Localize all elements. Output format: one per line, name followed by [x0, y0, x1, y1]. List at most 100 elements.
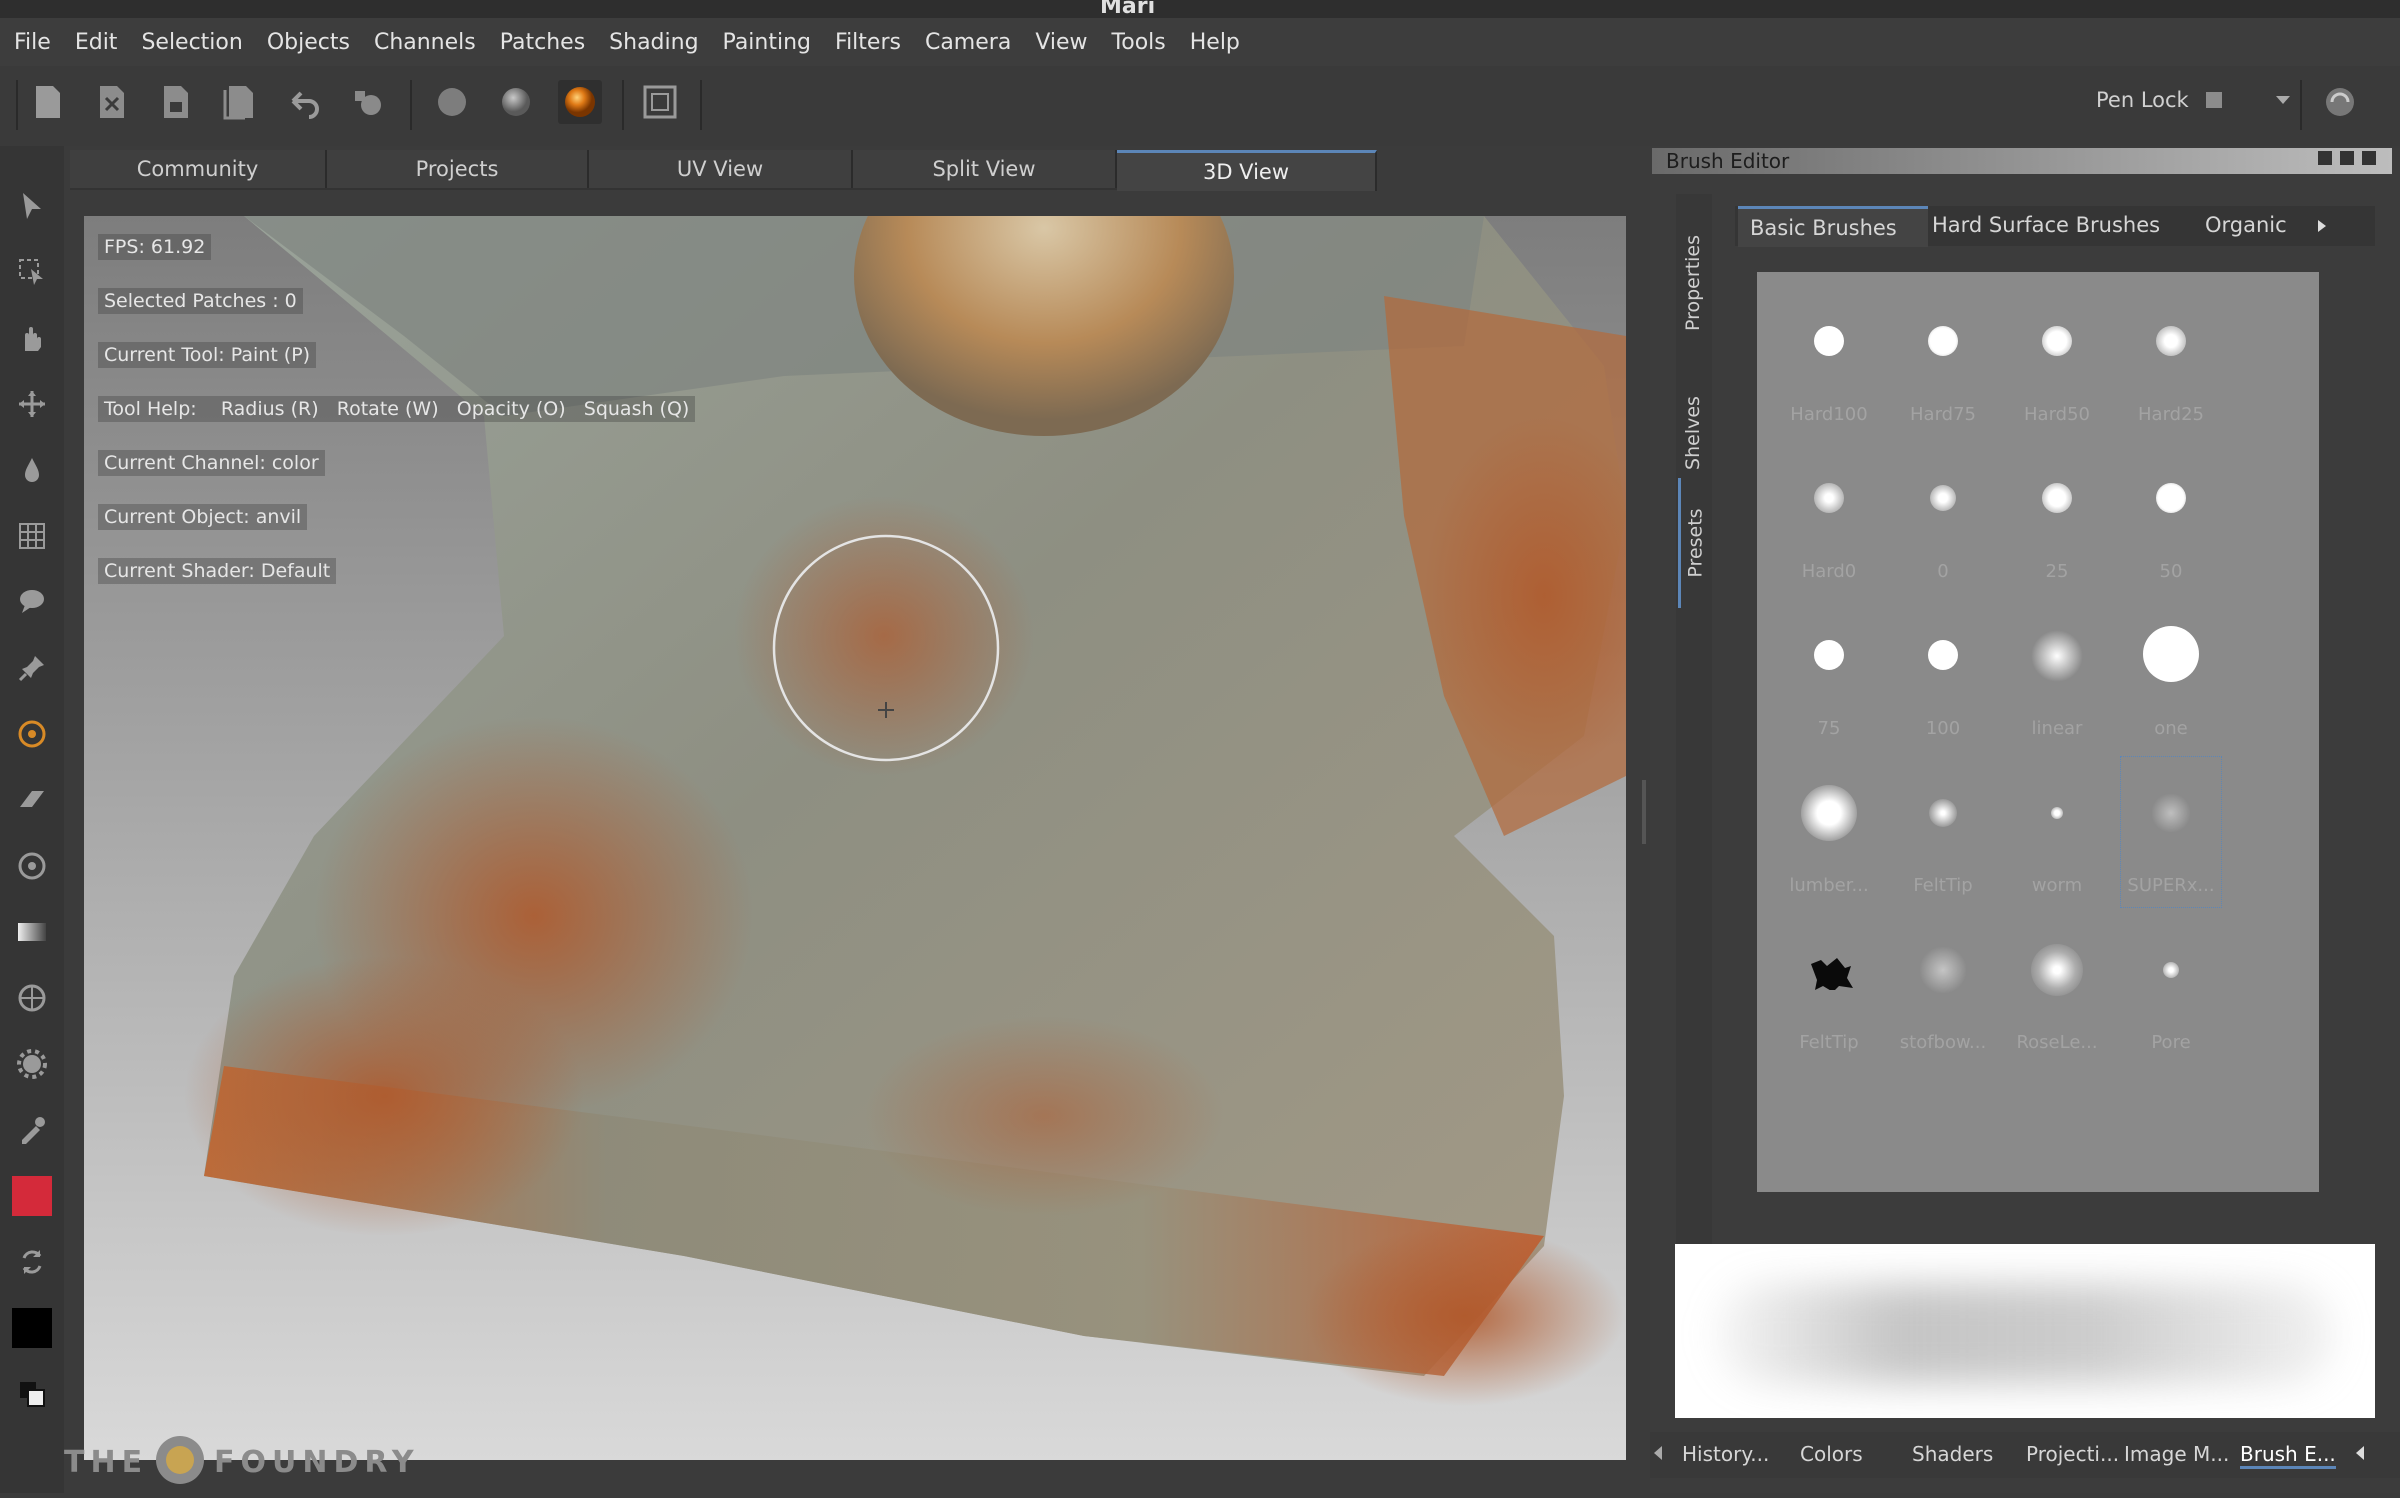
close-icon[interactable]: [2362, 151, 2376, 165]
tab-split-view[interactable]: Split View: [853, 150, 1117, 188]
tab-3d-view[interactable]: 3D View: [1117, 150, 1377, 191]
brush-preset-hard100[interactable]: Hard100: [1779, 286, 1879, 436]
chevron-right-icon[interactable]: [2310, 212, 2334, 240]
save-project-icon[interactable]: [154, 80, 198, 124]
menu-painting[interactable]: Painting: [723, 30, 811, 55]
foreground-color-swatch[interactable]: [12, 1176, 52, 1216]
brush-preset-worm[interactable]: worm: [2007, 757, 2107, 907]
menu-shading[interactable]: Shading: [609, 30, 698, 55]
gear-icon[interactable]: [12, 1044, 52, 1084]
hud-current-channel: Current Channel: color: [98, 450, 325, 476]
toolbar-separator: [410, 80, 412, 130]
menu-selection[interactable]: Selection: [141, 30, 242, 55]
basic-shading-icon[interactable]: [494, 80, 538, 124]
brush-preset-linear[interactable]: linear: [2007, 600, 2107, 750]
tab-projects[interactable]: Projects: [327, 150, 589, 188]
brush-preset-felttip[interactable]: FeltTip: [1893, 757, 1993, 907]
tab-history[interactable]: History...: [1682, 1442, 1769, 1466]
menu-file[interactable]: File: [14, 30, 51, 55]
3d-viewport[interactable]: FPS: 61.92 Selected Patches : 0 Current …: [84, 216, 1626, 1460]
tab-hard-surface-brushes[interactable]: Hard Surface Brushes: [1920, 206, 2200, 244]
default-colors-icon[interactable]: [12, 1374, 52, 1414]
clone-stamp-icon[interactable]: [12, 846, 52, 886]
brush-preset-rosele[interactable]: RoseLe...: [2007, 914, 2107, 1064]
undo-icon[interactable]: [282, 80, 326, 124]
camera-reset-icon[interactable]: [2318, 80, 2362, 124]
brush-preset-hard0[interactable]: Hard0: [1779, 443, 1879, 593]
brush-preset-stofbow[interactable]: stofbow...: [1893, 914, 1993, 1064]
brush-preset-hard75[interactable]: Hard75: [1893, 286, 1993, 436]
new-project-icon[interactable]: [26, 80, 70, 124]
panel-splitter[interactable]: [1642, 780, 1646, 844]
menu-patches[interactable]: Patches: [500, 30, 585, 55]
float-icon[interactable]: [2318, 151, 2332, 165]
chevron-down-icon[interactable]: [2276, 96, 2290, 104]
paint-brush-tool-icon[interactable]: [12, 714, 52, 754]
grid-icon[interactable]: [12, 516, 52, 556]
menu-filters[interactable]: Filters: [835, 30, 901, 55]
pin-icon[interactable]: [12, 648, 52, 688]
tab-colors[interactable]: Colors: [1800, 1442, 1863, 1466]
pen-lock-checkbox[interactable]: [2206, 92, 2222, 108]
hand-pan-icon[interactable]: [12, 318, 52, 358]
redo-icon[interactable]: [346, 80, 390, 124]
brush-preset-label: 25: [2045, 561, 2069, 582]
toolbar-separator: [622, 80, 624, 130]
menu-view[interactable]: View: [1035, 30, 1087, 55]
side-tab-presets[interactable]: Presets: [1678, 478, 1711, 608]
brush-preset-0[interactable]: 0: [1893, 443, 1993, 593]
brush-preset-50[interactable]: 50: [2121, 443, 2221, 593]
tab-community[interactable]: Community: [70, 150, 327, 188]
background-color-swatch[interactable]: [12, 1308, 52, 1348]
brush-preset-75[interactable]: 75: [1779, 600, 1879, 750]
eraser-icon[interactable]: [12, 780, 52, 820]
brush-preset-hard50[interactable]: Hard50: [2007, 286, 2107, 436]
chevron-left-icon[interactable]: [2356, 1446, 2364, 1460]
hud-tool-help: Tool Help: Radius (R) Rotate (W) Opacity…: [98, 396, 696, 422]
swap-colors-icon[interactable]: [12, 1242, 52, 1282]
window-title: Mari: [1100, 0, 1156, 19]
wireframe-toggle-icon[interactable]: [638, 80, 682, 124]
brush-preset-pore[interactable]: Pore: [2121, 914, 2221, 1064]
menu-tools[interactable]: Tools: [1112, 30, 1166, 55]
tab-brush-editor[interactable]: Brush E...: [2240, 1442, 2336, 1469]
tab-organic[interactable]: Organic: [2193, 206, 2300, 244]
tab-uv-view[interactable]: UV View: [589, 150, 853, 188]
menu-edit[interactable]: Edit: [75, 30, 118, 55]
side-tab-properties[interactable]: Properties: [1678, 208, 1708, 358]
eyedropper-icon[interactable]: [12, 1110, 52, 1150]
brush-preset-felttip-2[interactable]: FeltTip: [1779, 914, 1879, 1064]
brush-preset-label: one: [2154, 718, 2188, 739]
menu-help[interactable]: Help: [1190, 30, 1240, 55]
select-patch-icon[interactable]: [12, 252, 52, 292]
brush-preset-100[interactable]: 100: [1893, 600, 1993, 750]
projection-icon[interactable]: [12, 978, 52, 1018]
view-tab-bar: Community Projects UV View Split View 3D…: [70, 150, 1377, 191]
select-arrow-icon[interactable]: [12, 186, 52, 226]
tab-projection[interactable]: Projecti...: [2026, 1442, 2119, 1466]
menu-objects[interactable]: Objects: [267, 30, 350, 55]
brush-preset-one[interactable]: one: [2121, 600, 2221, 750]
drop-icon[interactable]: [12, 450, 52, 490]
menu-camera[interactable]: Camera: [925, 30, 1011, 55]
maximize-icon[interactable]: [2340, 151, 2354, 165]
menu-channels[interactable]: Channels: [374, 30, 476, 55]
brush-preset-hard25[interactable]: Hard25: [2121, 286, 2221, 436]
save-as-icon[interactable]: [218, 80, 262, 124]
tab-basic-brushes[interactable]: Basic Brushes: [1738, 206, 1928, 247]
brush-preset-label: linear: [2031, 718, 2083, 739]
bottom-tab-bar: History... Colors Shaders Projecti... Im…: [1650, 1432, 2400, 1478]
brush-preset-label: Hard100: [1790, 404, 1868, 425]
brush-preset-25[interactable]: 25: [2007, 443, 2107, 593]
chevron-left-icon[interactable]: [1654, 1446, 1662, 1460]
tab-image-manager[interactable]: Image M...: [2124, 1442, 2229, 1466]
full-shading-icon[interactable]: [558, 80, 602, 124]
speech-bubble-icon[interactable]: [12, 582, 52, 622]
tab-shaders[interactable]: Shaders: [1912, 1442, 1993, 1466]
flat-shading-icon[interactable]: [430, 80, 474, 124]
close-project-icon[interactable]: [90, 80, 134, 124]
brush-preset-superx[interactable]: SUPERx...: [2120, 756, 2222, 908]
transform-move-icon[interactable]: [12, 384, 52, 424]
brush-preset-lumber[interactable]: lumber...: [1779, 757, 1879, 907]
gradient-icon[interactable]: [12, 912, 52, 952]
